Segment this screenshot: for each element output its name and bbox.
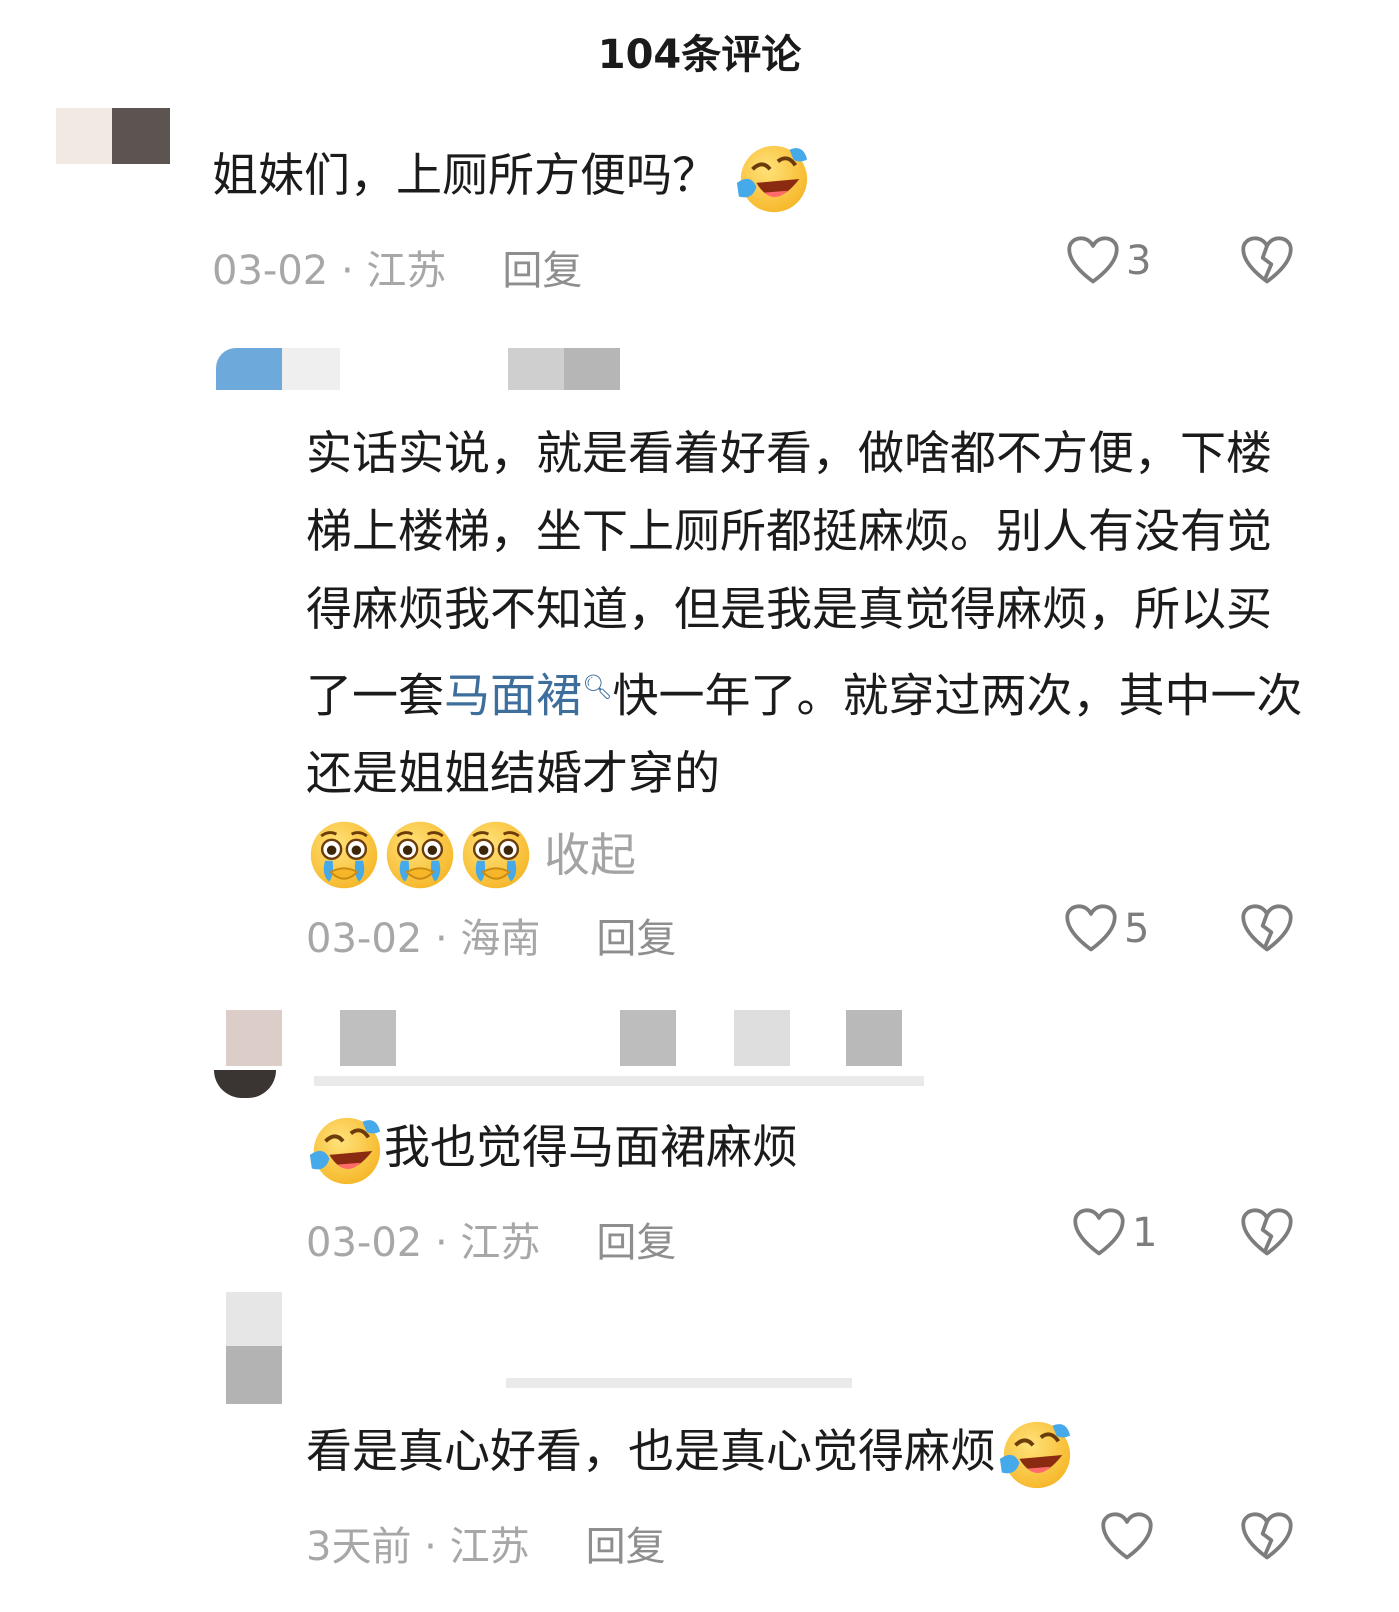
comments-count-title: 104条评论 bbox=[597, 32, 802, 78]
avatar[interactable] bbox=[226, 1292, 866, 1404]
like-button[interactable]: 3 bbox=[1066, 236, 1151, 286]
comment-location: 江苏 bbox=[460, 1220, 541, 1266]
heart-icon bbox=[1064, 904, 1118, 954]
comment-meta: 03-02 · 海南 回复 bbox=[306, 916, 677, 962]
search-link[interactable]: 马面裙 bbox=[444, 668, 582, 722]
comment-text: 看是真心好看，也是真心觉得麻烦 bbox=[306, 1412, 1306, 1494]
pleading-cry-emoji-icon bbox=[458, 817, 534, 893]
like-count: 1 bbox=[1132, 1210, 1158, 1256]
comment-date: 03-02 bbox=[212, 248, 329, 294]
comment-text: 我也觉得马面裙麻烦 bbox=[306, 1108, 1306, 1190]
avatar[interactable] bbox=[216, 340, 626, 390]
like-count: 5 bbox=[1124, 906, 1150, 952]
heart-icon bbox=[1066, 236, 1120, 286]
reply-button[interactable]: 回复 bbox=[586, 1524, 666, 1570]
laugh-cry-emoji-icon bbox=[306, 1112, 384, 1190]
reply-button[interactable]: 回复 bbox=[596, 1220, 676, 1266]
search-icon[interactable]: 🔍︎ bbox=[582, 673, 612, 701]
reply-button[interactable]: 回复 bbox=[502, 248, 582, 294]
heart-icon bbox=[1100, 1512, 1154, 1562]
like-count: 3 bbox=[1126, 238, 1152, 284]
like-button[interactable]: 1 bbox=[1072, 1208, 1157, 1258]
reply-button[interactable]: 回复 bbox=[596, 916, 676, 962]
comment-text: 实话实说，就是看着好看，做啥都不方便，下楼梯上楼梯，坐下上厕所都挺麻烦。别人有没… bbox=[306, 414, 1306, 894]
like-button[interactable] bbox=[1100, 1512, 1160, 1562]
broken-heart-icon[interactable] bbox=[1240, 904, 1294, 954]
comment-date: 03-02 bbox=[306, 1220, 423, 1266]
comment-location: 海南 bbox=[460, 916, 541, 962]
laugh-cry-emoji-icon bbox=[996, 1416, 1074, 1494]
avatar[interactable] bbox=[56, 108, 170, 164]
collapse-button[interactable]: 收起 bbox=[544, 828, 636, 882]
comment-meta: 03-02 · 江苏 回复 bbox=[306, 1220, 677, 1266]
broken-heart-icon[interactable] bbox=[1240, 1512, 1294, 1562]
like-button[interactable]: 5 bbox=[1064, 904, 1149, 954]
laugh-cry-emoji-icon bbox=[733, 140, 811, 218]
broken-heart-icon[interactable] bbox=[1240, 236, 1294, 286]
broken-heart-icon[interactable] bbox=[1240, 1208, 1294, 1258]
avatar[interactable] bbox=[214, 1010, 934, 1102]
comment-location: 江苏 bbox=[366, 248, 447, 294]
comment-date: 3天前 bbox=[306, 1524, 412, 1570]
comment-text: 姐妹们，上厕所方便吗？ bbox=[212, 136, 1312, 218]
pleading-cry-emoji-icon bbox=[306, 817, 382, 893]
comment-meta: 03-02 · 江苏 回复 bbox=[212, 248, 583, 294]
heart-icon bbox=[1072, 1208, 1126, 1258]
pleading-cry-emoji-icon bbox=[382, 817, 458, 893]
comment-meta: 3天前 · 江苏 回复 bbox=[306, 1524, 666, 1570]
comment-location: 江苏 bbox=[449, 1524, 530, 1570]
comment-date: 03-02 bbox=[306, 916, 423, 962]
